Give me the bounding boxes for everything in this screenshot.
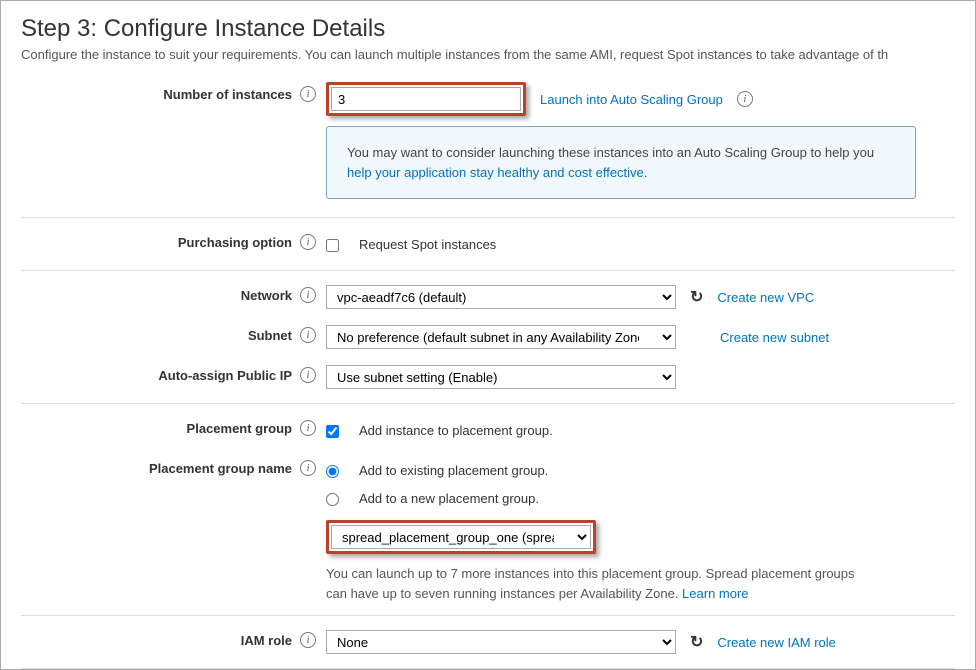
notice-dot: . — [644, 165, 648, 180]
placement-checkbox-label: Add instance to placement group. — [359, 423, 553, 438]
row-placement: Placement group i Add instance to placem… — [1, 410, 975, 450]
notice-link[interactable]: help your application stay healthy and c… — [347, 165, 644, 180]
row-placement-name: Placement group name i Add to existing p… — [1, 450, 975, 609]
label-iam: IAM role — [241, 633, 292, 648]
highlight-instances — [326, 82, 526, 116]
radio-existing-label: Add to existing placement group. — [359, 463, 548, 478]
divider — [21, 403, 955, 404]
iam-select[interactable]: None — [326, 630, 676, 654]
radio-new-group[interactable] — [326, 493, 339, 506]
placement-help: You can launch up to 7 more instances in… — [326, 564, 866, 603]
spot-checkbox[interactable] — [326, 239, 339, 252]
row-publicip: Auto-assign Public IP i Use subnet setti… — [1, 357, 975, 397]
refresh-icon[interactable]: ↻ — [690, 632, 703, 652]
divider — [21, 217, 955, 218]
publicip-select[interactable]: Use subnet setting (Enable) — [326, 365, 676, 389]
subnet-select[interactable]: No preference (default subnet in any Ava… — [326, 325, 676, 349]
label-publicip: Auto-assign Public IP — [158, 368, 292, 383]
info-icon[interactable]: i — [300, 287, 316, 303]
info-icon[interactable]: i — [300, 460, 316, 476]
label-subnet: Subnet — [248, 328, 292, 343]
divider — [21, 668, 955, 669]
link-create-iam[interactable]: Create new IAM role — [717, 635, 836, 650]
info-icon[interactable]: i — [300, 367, 316, 383]
row-network: Network i vpc-aeadf7c6 (default) ↻ Creat… — [1, 277, 975, 317]
placement-help-text: You can launch up to 7 more instances in… — [326, 566, 855, 601]
link-learn-more[interactable]: Learn more — [682, 586, 748, 601]
highlight-placement-select: spread_placement_group_one (spread) — [326, 520, 596, 554]
radio-existing-group[interactable] — [326, 465, 339, 478]
label-purchasing: Purchasing option — [178, 235, 292, 250]
page-subtitle: Configure the instance to suit your requ… — [1, 47, 975, 76]
info-icon[interactable]: i — [300, 234, 316, 250]
info-icon[interactable]: i — [300, 420, 316, 436]
network-select[interactable]: vpc-aeadf7c6 (default) — [326, 285, 676, 309]
label-placement-name: Placement group name — [149, 461, 292, 476]
placement-checkbox[interactable] — [326, 425, 339, 438]
info-icon[interactable]: i — [300, 632, 316, 648]
row-subnet: Subnet i No preference (default subnet i… — [1, 317, 975, 357]
row-instances: Number of instances i Launch into Auto S… — [1, 76, 975, 211]
auto-scaling-notice: You may want to consider launching these… — [326, 126, 916, 199]
info-icon[interactable]: i — [300, 327, 316, 343]
radio-new-label: Add to a new placement group. — [359, 491, 539, 506]
refresh-icon[interactable]: ↻ — [690, 287, 703, 307]
page-title: Step 3: Configure Instance Details — [1, 1, 975, 47]
placement-group-select[interactable]: spread_placement_group_one (spread) — [331, 525, 591, 549]
row-iam: IAM role i None ↻ Create new IAM role — [1, 622, 975, 662]
instances-input[interactable] — [331, 87, 521, 111]
label-placement: Placement group — [187, 421, 292, 436]
link-create-vpc[interactable]: Create new VPC — [717, 290, 814, 305]
info-icon[interactable]: i — [300, 86, 316, 102]
notice-text: You may want to consider launching these… — [347, 145, 874, 160]
row-purchasing: Purchasing option i Request Spot instanc… — [1, 224, 975, 264]
label-instances: Number of instances — [163, 87, 292, 102]
divider — [21, 615, 955, 616]
link-auto-scaling[interactable]: Launch into Auto Scaling Group — [540, 92, 723, 107]
spot-label: Request Spot instances — [359, 237, 496, 252]
link-create-subnet[interactable]: Create new subnet — [720, 330, 829, 345]
divider — [21, 270, 955, 271]
info-icon[interactable]: i — [737, 91, 753, 107]
label-network: Network — [241, 288, 292, 303]
